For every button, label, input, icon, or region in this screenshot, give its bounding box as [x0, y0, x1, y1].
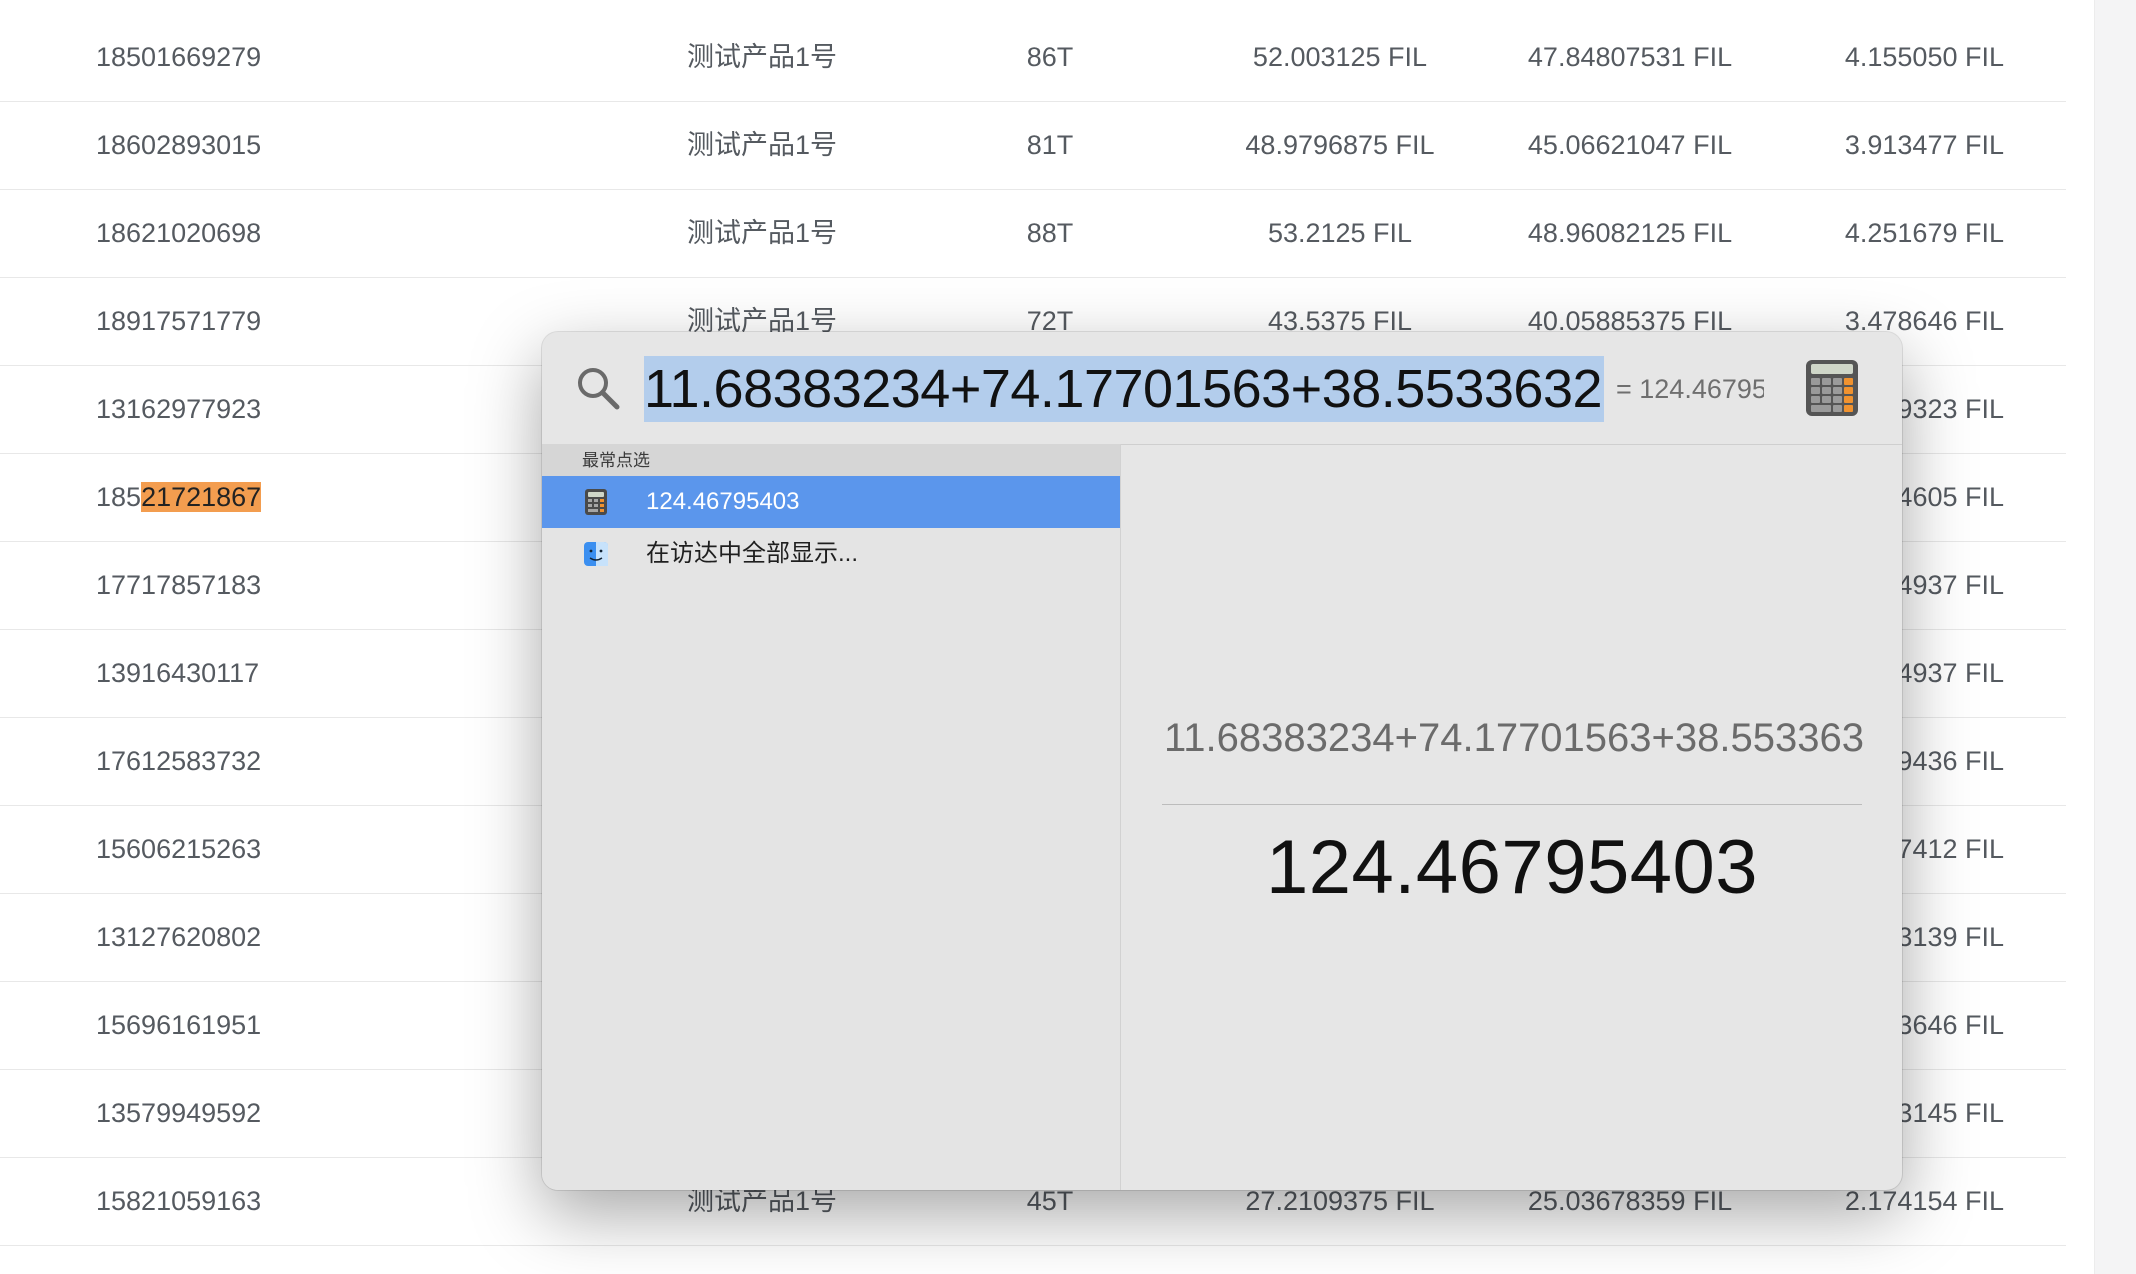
result-label: 124.46795403 — [646, 488, 800, 515]
value-cell: 45.06621047 FIL — [1527, 130, 1733, 160]
finder-icon — [584, 542, 608, 566]
phone-cell: 18602893015 — [96, 130, 262, 160]
product-cell: 测试产品1号 — [686, 218, 838, 248]
phone-cell: 13162977923 — [96, 394, 262, 424]
inline-result: = 124.46795 — [1616, 374, 1764, 404]
result-item-show-all-in-finder[interactable]: 在访达中全部显示... — [542, 528, 1120, 580]
search-icon — [578, 368, 620, 410]
result-label: 在访达中全部显示... — [646, 540, 859, 567]
calculator-app-icon — [1806, 360, 1858, 416]
phone-cell: 15696161951 — [96, 1010, 262, 1040]
phone-cell: 17717857183 — [96, 570, 262, 600]
value-cell: 48.96082125 FIL — [1527, 218, 1733, 248]
spotlight-search-bar: 11.68383234+74.17701563+38.55336328 = 12… — [542, 332, 1902, 445]
value-cell: 47.84807531 FIL — [1527, 42, 1733, 72]
phone-cell: 15821059163 — [96, 1186, 262, 1216]
phone-cell: 13127620802 — [96, 922, 262, 952]
size-cell: 88T — [1026, 218, 1074, 248]
preview-pane: 11.68383234+74.17701563+38.55336328 124.… — [1122, 444, 1902, 1190]
value-cell: 3.913477 FIL — [1844, 130, 2004, 160]
value-cell: 53.2125 FIL — [1267, 218, 1413, 248]
phone-cell: 13916430117 — [96, 658, 260, 688]
product-cell: 测试产品1号 — [686, 130, 838, 160]
value-cell: 48.9796875 FIL — [1245, 130, 1435, 160]
preview-result: 124.46795403 — [1265, 825, 1759, 910]
size-cell: 86T — [1026, 42, 1074, 72]
phone-cell: 18621020698 — [96, 218, 262, 248]
results-list: 最常点选 124.46795403 在访达中全部显示... — [542, 444, 1121, 1190]
size-cell: 81T — [1026, 130, 1074, 160]
spotlight-search-input[interactable]: 11.68383234+74.17701563+38.55336328 — [644, 356, 1604, 422]
value-cell: 4.155050 FIL — [1844, 42, 2004, 72]
phone-cell: 17612583732 — [96, 746, 262, 776]
scrollbar-track[interactable] — [2094, 0, 2136, 1274]
calculator-icon — [585, 489, 607, 515]
spotlight-window: 11.68383234+74.17701563+38.55336328 = 12… — [542, 332, 1902, 1190]
preview-expression: 11.68383234+74.17701563+38.55336328 — [1164, 716, 1864, 760]
search-match-highlight: 21721867 — [141, 482, 262, 512]
preview-divider — [1162, 804, 1862, 805]
result-item-calculation[interactable]: 124.46795403 — [542, 476, 1120, 528]
phone-cell: 13579949592 — [96, 1098, 262, 1128]
value-cell: 52.003125 FIL — [1252, 42, 1428, 72]
table-row[interactable]: 18501669279 测试产品1号 86T 52.003125 FIL 47.8480… — [0, 13, 2066, 102]
phone-cell: 18917571779 — [96, 306, 262, 336]
phone-cell: 15606215263 — [96, 834, 262, 864]
phone-cell: 18501669279 — [96, 42, 262, 72]
product-cell: 测试产品1号 — [686, 42, 838, 72]
phone-cell: 18521721867 — [96, 482, 262, 512]
value-cell: 4.251679 FIL — [1844, 218, 2004, 248]
section-header: 最常点选 — [542, 444, 1120, 476]
table-row[interactable]: 18621020698 测试产品1号 88T 53.2125 FIL 48.960821… — [0, 189, 2066, 278]
table-row[interactable]: 18602893015 测试产品1号 81T 48.9796875 FIL 45.066… — [0, 101, 2066, 190]
search-query-text[interactable]: 11.68383234+74.17701563+38.55336328 — [644, 356, 1604, 422]
